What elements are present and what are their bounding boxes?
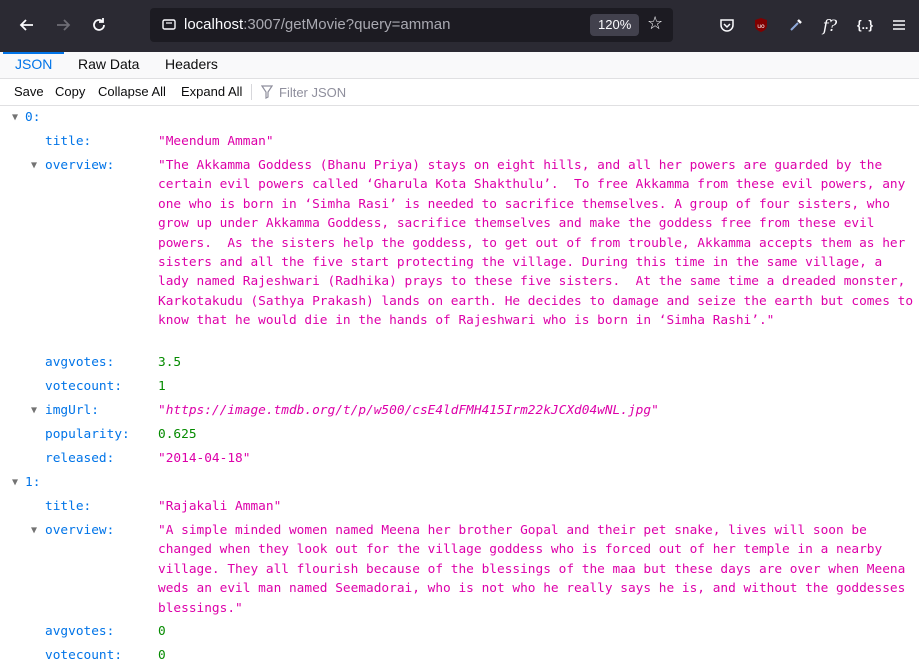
tree-value: 3.5: [158, 355, 182, 370]
tree-key: overview:: [45, 523, 115, 538]
tree-value: 1: [158, 379, 166, 394]
url-path: :3007/getMovie?query=amman: [243, 16, 451, 33]
fx-icon[interactable]: f?: [815, 10, 845, 40]
ublock-icon: uo: [755, 18, 767, 32]
tree-key: votecount:: [45, 379, 123, 394]
filter-json-input[interactable]: [279, 83, 479, 101]
tree-value: "Rajakali Amman": [158, 499, 282, 514]
expand-toggle-icon[interactable]: ▼: [10, 478, 20, 488]
tree-value: 0.625: [158, 427, 197, 442]
zoom-level-badge[interactable]: 120%: [590, 14, 640, 36]
tree-key: overview:: [45, 158, 115, 173]
copy-button[interactable]: Copy: [55, 84, 85, 99]
back-button[interactable]: [12, 10, 42, 40]
tree-value: "Meendum Amman": [158, 134, 274, 149]
tree-value: 0: [158, 624, 166, 639]
reload-icon: [93, 18, 105, 31]
menu-button[interactable]: [884, 10, 914, 40]
tree-value-link[interactable]: "https://image.tmdb.org/t/p/w500/csE4ldF…: [158, 401, 659, 421]
eyedropper-button[interactable]: [781, 10, 811, 40]
pocket-button[interactable]: [712, 10, 742, 40]
tree-value-overview: "A simple minded women named Meena her b…: [158, 523, 914, 616]
tree-key: avgvotes:: [45, 624, 115, 639]
tree-key: popularity:: [45, 427, 130, 442]
eyedropper-icon: [790, 19, 802, 31]
tree-key: avgvotes:: [45, 355, 115, 370]
tree-key: 1:: [25, 475, 41, 490]
tree-key: released:: [45, 451, 115, 466]
back-arrow-icon: [19, 19, 33, 31]
expand-all-button[interactable]: Expand All: [181, 84, 242, 99]
tree-key: 0:: [25, 110, 41, 125]
tree-key: title:: [45, 499, 92, 514]
json-viewer-toolbar: Save Copy Collapse All Expand All: [0, 79, 919, 106]
tree-key: votecount:: [45, 648, 123, 662]
tab-raw-data[interactable]: Raw Data: [66, 54, 151, 80]
svg-text:uo: uo: [757, 23, 765, 30]
pocket-icon: [720, 19, 734, 32]
tab-headers[interactable]: Headers: [153, 54, 230, 80]
json-tree: ▼ 0: title: "Meendum Amman" ▼ overview: …: [0, 106, 919, 662]
url-bar[interactable]: localhost:3007/getMovie?query=amman 120%…: [150, 8, 673, 42]
browser-toolbar: localhost:3007/getMovie?query=amman 120%…: [0, 0, 919, 52]
filter-icon: [261, 85, 273, 99]
collapse-all-button[interactable]: Collapse All: [98, 84, 166, 99]
url-text[interactable]: localhost:3007/getMovie?query=amman: [184, 16, 450, 33]
json-icon[interactable]: {..}: [850, 10, 880, 40]
ublock-button[interactable]: uo: [746, 10, 776, 40]
tab-json[interactable]: JSON: [3, 52, 65, 80]
tree-value: 0: [158, 648, 166, 662]
bookmark-star-icon[interactable]: ☆: [647, 13, 663, 34]
toolbar-divider: [251, 84, 252, 100]
page-info-icon[interactable]: [162, 17, 176, 31]
forward-arrow-icon: [57, 19, 71, 31]
url-host: localhost: [184, 16, 244, 33]
expand-toggle-icon[interactable]: ▼: [29, 526, 39, 536]
expand-toggle-icon[interactable]: ▼: [29, 406, 39, 416]
tree-value-overview: "The Akkamma Goddess (Bhanu Priya) stays…: [158, 158, 914, 329]
reload-button[interactable]: [84, 10, 114, 40]
json-viewer-tabs: JSON Raw Data Headers: [0, 52, 919, 79]
save-button[interactable]: Save: [14, 84, 44, 99]
expand-toggle-icon[interactable]: ▼: [29, 161, 39, 171]
tree-value: "2014-04-18": [158, 451, 251, 466]
expand-toggle-icon[interactable]: ▼: [10, 113, 20, 123]
hamburger-menu-icon: [893, 20, 905, 30]
forward-button[interactable]: [48, 10, 78, 40]
tree-key: title:: [45, 134, 92, 149]
tree-key: imgUrl:: [45, 403, 99, 418]
